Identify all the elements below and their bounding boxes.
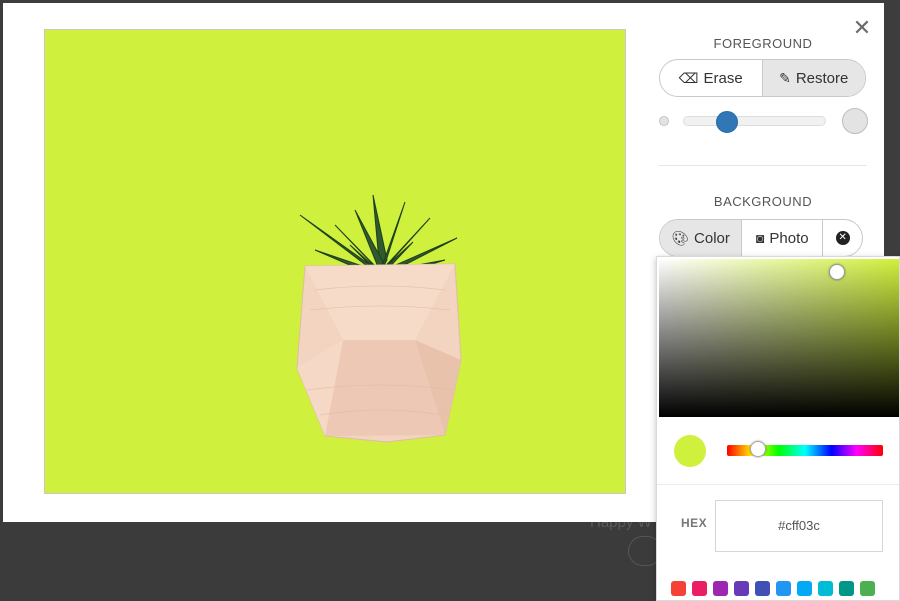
plant-image xyxy=(296,194,462,443)
foreground-mode-toggle: ⌫ Erase ✎ Restore xyxy=(659,59,866,97)
image-canvas[interactable] xyxy=(44,29,626,494)
color-swatch[interactable] xyxy=(755,581,770,596)
large-brush-icon xyxy=(842,108,868,134)
color-swatch[interactable] xyxy=(671,581,686,596)
slider-thumb[interactable] xyxy=(716,111,738,133)
color-swatches xyxy=(671,581,875,597)
clear-circle-icon: ✕ xyxy=(835,231,850,245)
camera-icon: ◙ xyxy=(755,230,765,246)
selected-color-preview xyxy=(674,435,706,467)
restore-label: Restore xyxy=(795,69,849,87)
color-button[interactable]: 🎨︎ Color xyxy=(660,220,742,256)
erase-button[interactable]: ⌫ Erase xyxy=(660,60,762,96)
background-title: BACKGROUND xyxy=(713,194,813,209)
hex-label: HEX xyxy=(681,516,708,530)
eraser-icon: ⌫ xyxy=(678,69,699,86)
saturation-area[interactable] xyxy=(659,259,899,417)
hue-handle[interactable] xyxy=(750,441,766,457)
color-swatch[interactable] xyxy=(797,581,812,596)
color-picker-popover: HEX #cff03c xyxy=(656,256,900,601)
color-label: Color xyxy=(694,229,730,247)
color-swatch[interactable] xyxy=(692,581,707,596)
hex-input[interactable]: #cff03c xyxy=(715,500,883,552)
small-brush-icon xyxy=(659,116,669,126)
color-swatch[interactable] xyxy=(860,581,875,596)
color-swatch[interactable] xyxy=(734,581,749,596)
color-swatch[interactable] xyxy=(839,581,854,596)
color-swatch[interactable] xyxy=(713,581,728,596)
photo-label: Photo xyxy=(769,229,809,247)
picker-divider xyxy=(657,484,899,485)
foreground-title: FOREGROUND xyxy=(713,36,813,51)
brush-size-slider[interactable] xyxy=(659,106,868,136)
pencil-icon: ✎ xyxy=(779,69,791,86)
photo-button[interactable]: ◙ Photo xyxy=(741,220,822,256)
saturation-handle[interactable] xyxy=(829,264,845,280)
section-divider xyxy=(659,165,867,166)
erase-label: Erase xyxy=(703,69,743,87)
slider-track[interactable] xyxy=(683,116,826,126)
background-mode-toggle: 🎨︎ Color ◙ Photo ✕ xyxy=(659,219,863,257)
color-swatch[interactable] xyxy=(818,581,833,596)
restore-button[interactable]: ✎ Restore xyxy=(761,60,865,96)
clear-background-button[interactable]: ✕ xyxy=(822,220,862,256)
color-swatch[interactable] xyxy=(776,581,791,596)
palette-icon: 🎨︎ xyxy=(671,229,690,246)
